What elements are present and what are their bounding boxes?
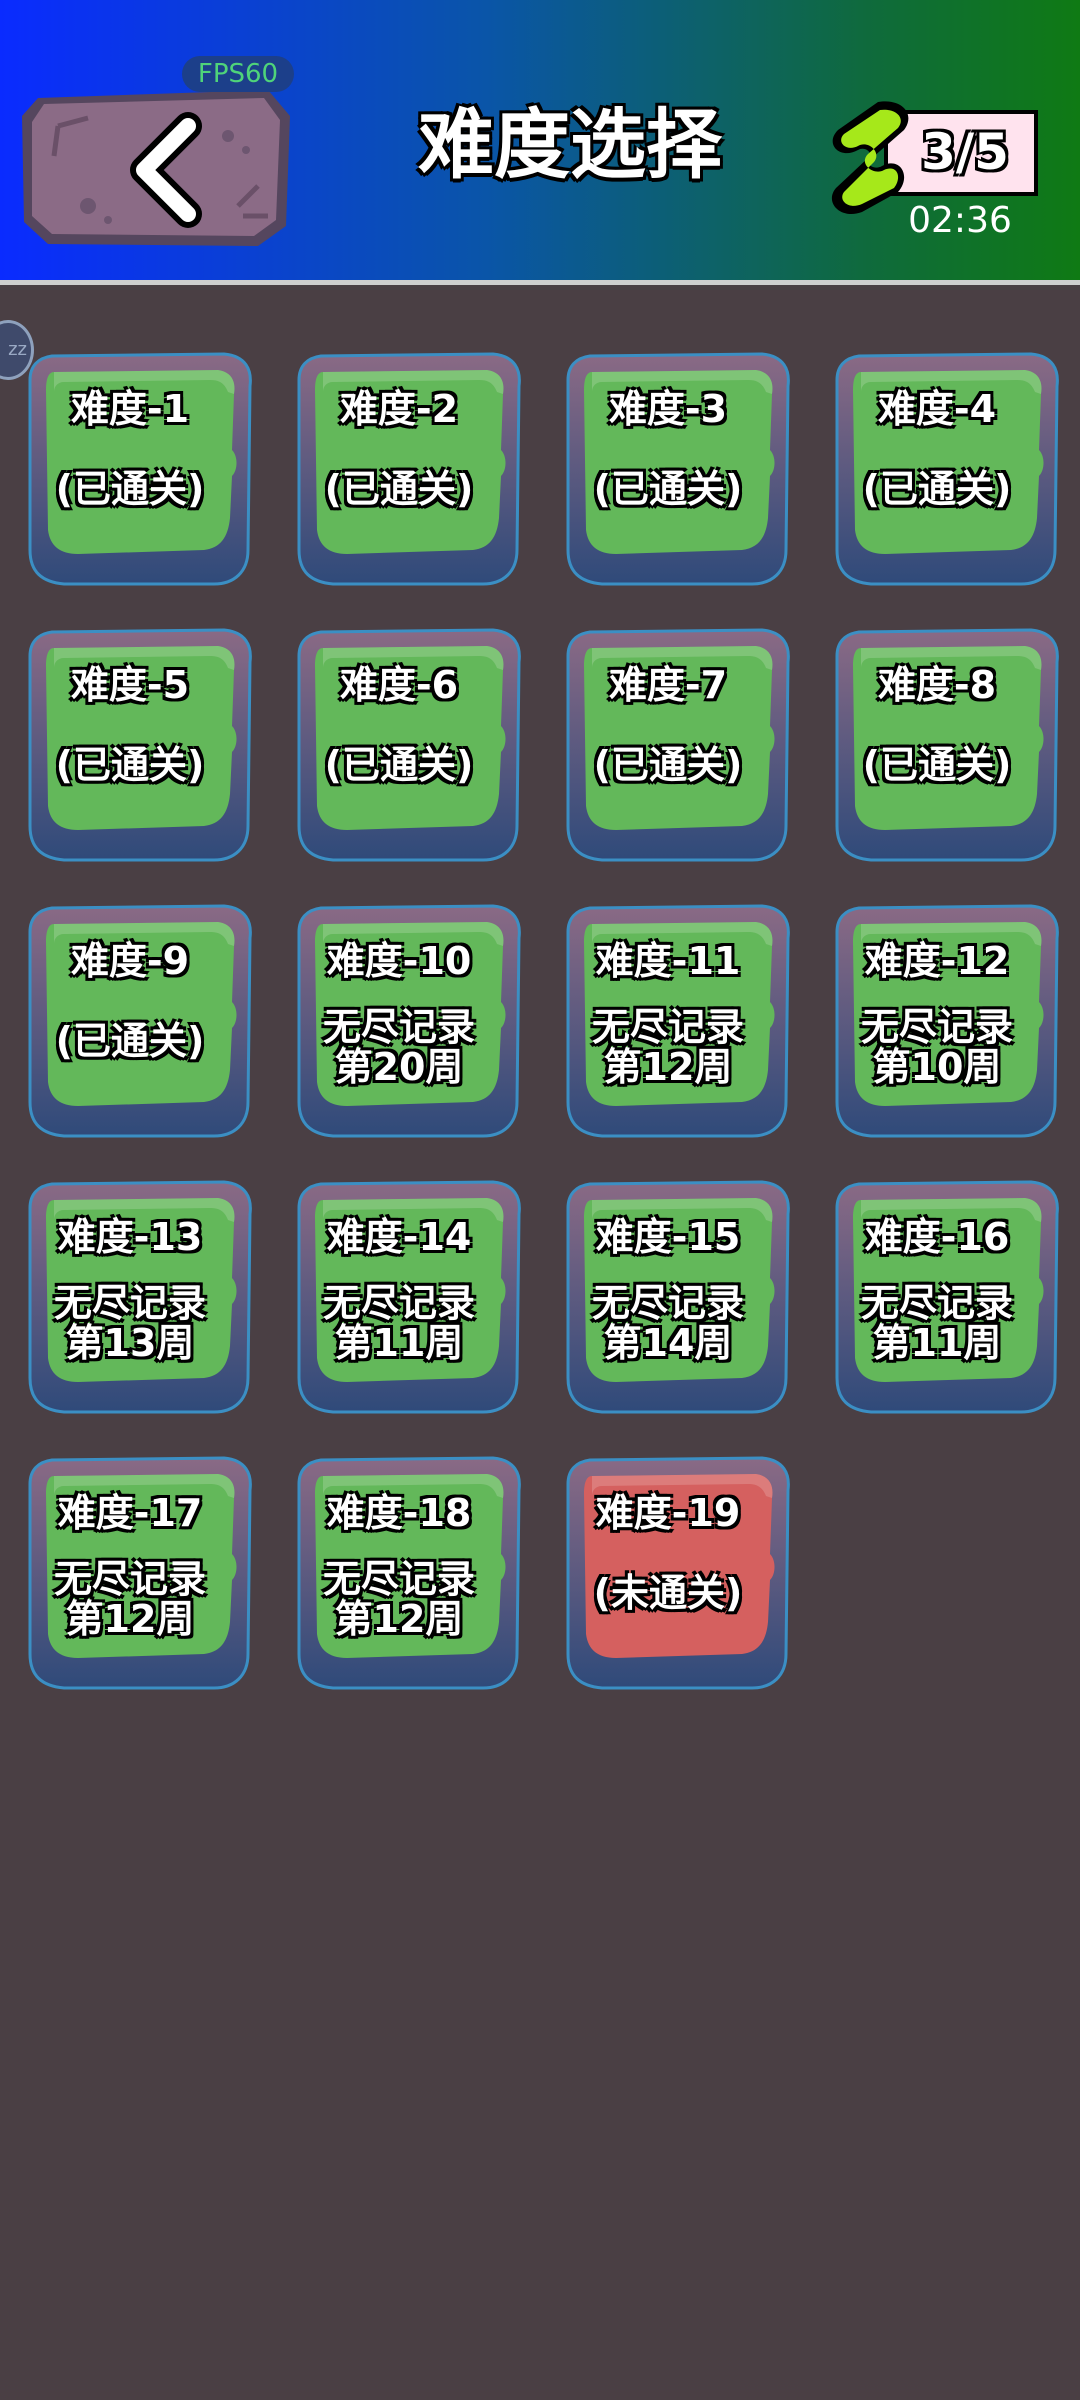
level-tile[interactable]: 难度-15 无尽记录 第14周: [562, 1178, 794, 1418]
energy-timer: 02:36: [908, 200, 1012, 241]
level-tile[interactable]: 难度-17 无尽记录 第12周: [24, 1454, 256, 1694]
level-name: 难度-10: [326, 939, 472, 983]
page-title: 难度选择: [418, 100, 722, 189]
level-name: 难度-17: [57, 1491, 203, 1535]
level-tile[interactable]: 难度-9 (已通关): [24, 902, 256, 1142]
level-name: 难度-14: [326, 1215, 472, 1259]
level-name: 难度-16: [864, 1215, 1010, 1259]
level-status: (已通关): [862, 467, 1012, 511]
level-tile[interactable]: 难度-19 (未通关): [562, 1454, 794, 1694]
level-name: 难度-2: [339, 387, 459, 431]
level-name: 难度-11: [595, 939, 741, 983]
level-record-weeks: 第20周: [334, 1045, 464, 1089]
level-name: 难度-15: [595, 1215, 741, 1259]
level-name: 难度-9: [70, 939, 190, 983]
level-record-weeks: 第11周: [872, 1321, 1002, 1365]
level-record-weeks: 第12周: [65, 1597, 195, 1641]
level-tile[interactable]: 难度-11 无尽记录 第12周: [562, 902, 794, 1142]
level-tile[interactable]: 难度-7 (已通关): [562, 626, 794, 866]
stone-plate-icon: [22, 90, 290, 246]
level-name: 难度-13: [57, 1215, 203, 1259]
level-status: (已通关): [324, 467, 474, 511]
level-status: (已通关): [324, 743, 474, 787]
level-status: (已通关): [862, 743, 1012, 787]
level-name: 难度-5: [70, 663, 190, 707]
level-record-weeks: 第13周: [65, 1321, 195, 1365]
level-name: 难度-18: [326, 1491, 472, 1535]
level-name: 难度-12: [864, 939, 1010, 983]
level-status: (已通关): [55, 467, 205, 511]
level-tile[interactable]: 难度-14 无尽记录 第11周: [293, 1178, 525, 1418]
fps-counter: FPS60: [182, 56, 294, 92]
level-name: 难度-1: [70, 387, 190, 431]
level-tile[interactable]: 难度-10 无尽记录 第20周: [293, 902, 525, 1142]
level-status: (已通关): [55, 743, 205, 787]
level-tile[interactable]: 难度-12 无尽记录 第10周: [831, 902, 1063, 1142]
level-name: 难度-4: [877, 387, 997, 431]
level-name: 难度-7: [608, 663, 728, 707]
level-record-weeks: 第12周: [334, 1597, 464, 1641]
level-tile[interactable]: 难度-1 (已通关): [24, 350, 256, 590]
level-tile[interactable]: 难度-3 (已通关): [562, 350, 794, 590]
level-name: 难度-6: [339, 663, 459, 707]
level-status: (已通关): [593, 743, 743, 787]
level-record-weeks: 第11周: [334, 1321, 464, 1365]
level-tile[interactable]: 难度-6 (已通关): [293, 626, 525, 866]
level-status: (未通关): [593, 1571, 743, 1615]
header-divider: [0, 280, 1080, 285]
level-tile[interactable]: 难度-16 无尽记录 第11周: [831, 1178, 1063, 1418]
level-status: (已通关): [55, 1019, 205, 1063]
level-name: 难度-3: [608, 387, 728, 431]
level-tile[interactable]: 难度-5 (已通关): [24, 626, 256, 866]
level-tile[interactable]: 难度-4 (已通关): [831, 350, 1063, 590]
level-name: 难度-8: [877, 663, 997, 707]
level-record-weeks: 第14周: [603, 1321, 733, 1365]
level-name: 难度-19: [595, 1491, 741, 1535]
level-record-weeks: 第12周: [603, 1045, 733, 1089]
level-tile[interactable]: 难度-18 无尽记录 第12周: [293, 1454, 525, 1694]
back-button[interactable]: [18, 86, 296, 250]
level-status: (已通关): [593, 467, 743, 511]
level-tile[interactable]: 难度-8 (已通关): [831, 626, 1063, 866]
level-tile[interactable]: 难度-2 (已通关): [293, 350, 525, 590]
level-tile[interactable]: 难度-13 无尽记录 第13周: [24, 1178, 256, 1418]
level-record-weeks: 第10周: [872, 1045, 1002, 1089]
